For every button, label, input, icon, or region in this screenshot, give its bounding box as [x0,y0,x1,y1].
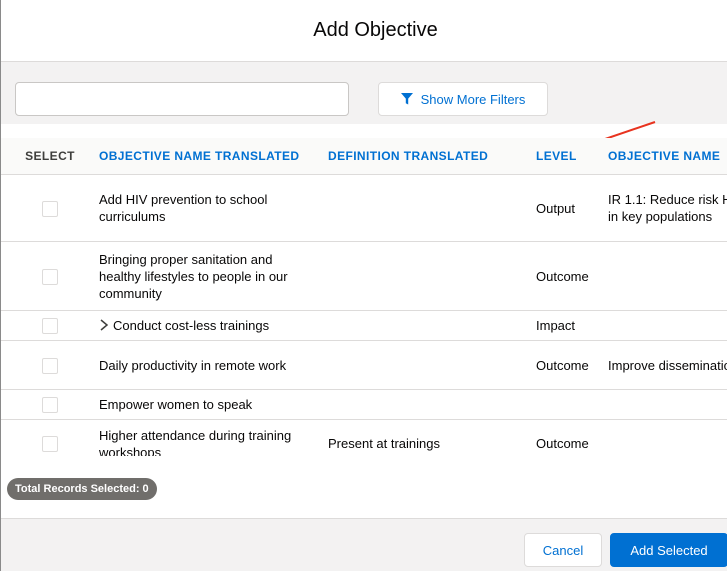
objective-name-cell: Conduct cost-less trainings [91,310,320,341]
add-selected-button[interactable]: Add Selected [610,533,727,567]
objective-name-cell: Daily productivity in remote work [91,340,320,390]
row-checkbox[interactable] [42,318,58,335]
level-cell: Output [528,174,600,242]
column-header-definition-translated[interactable]: DEFINITION TRANSLATED [320,138,528,175]
table-row: Empower women to speak [1,389,727,420]
objective-cell: IR 1.1: Reduce risk HIV in key populatio… [600,174,727,242]
show-more-filters-button[interactable]: Show More Filters [378,82,548,116]
table-row: Higher attendance during training worksh… [1,419,727,456]
row-select-cell [1,174,91,242]
column-header-objective-name-translated[interactable]: OBJECTIVE NAME TRANSLATED [91,138,320,175]
row-select-cell [1,310,91,341]
definition-cell [320,310,528,341]
objectives-table-container[interactable]: SELECT OBJECTIVE NAME TRANSLATED DEFINIT… [1,138,727,456]
objective-cell [600,419,727,456]
column-header-select: SELECT [1,138,91,175]
cancel-button[interactable]: Cancel [524,533,602,567]
filter-funnel-icon [400,93,413,105]
table-row: Daily productivity in remote work Outcom… [1,340,727,390]
row-select-cell [1,340,91,390]
objective-name-cell: Higher attendance during training worksh… [91,419,320,456]
filter-toolbar: Show More Filters [1,62,727,156]
level-cell: Outcome [528,340,600,390]
objective-cell [600,310,727,341]
definition-cell [320,340,528,390]
column-header-level[interactable]: LEVEL [528,138,600,175]
row-checkbox[interactable] [42,357,58,374]
definition-cell [320,389,528,420]
definition-cell [320,174,528,242]
show-more-filters-label: Show More Filters [420,91,526,107]
level-cell: Outcome [528,241,600,311]
row-select-cell [1,389,91,420]
objective-name-cell: Empower women to speak [91,389,320,420]
modal-header: Add Objective [1,0,727,62]
objective-name-cell: Add HIV prevention to school curriculums [91,174,320,242]
objective-cell [600,241,727,311]
objective-cell: Improve dissemination [600,340,727,390]
row-checkbox[interactable] [42,200,58,217]
level-cell: Impact [528,310,600,341]
row-select-cell [1,419,91,456]
search-input[interactable] [15,82,349,116]
row-checkbox[interactable] [42,436,58,453]
table-row: Bringing proper sanitation and healthy l… [1,241,727,311]
row-checkbox[interactable] [42,268,58,285]
row-checkbox[interactable] [42,397,58,414]
row-select-cell [1,241,91,311]
objectives-table: SELECT OBJECTIVE NAME TRANSLATED DEFINIT… [1,138,727,456]
objective-cell [600,389,727,420]
level-cell: Outcome [528,419,600,456]
table-row: Conduct cost-less trainings Impact [1,310,727,341]
chevron-right-icon[interactable] [99,318,109,331]
column-header-objective-name[interactable]: OBJECTIVE NAME [600,138,727,175]
objective-name-text: Conduct cost-less trainings [113,318,270,333]
definition-cell: Present at trainings [320,419,528,456]
modal-title: Add Objective [313,19,438,41]
modal-footer: Cancel Add Selected [1,518,727,571]
level-cell [528,389,600,420]
table-header-row: SELECT OBJECTIVE NAME TRANSLATED DEFINIT… [1,138,727,175]
objective-name-cell: Bringing proper sanitation and healthy l… [91,241,320,311]
table-row: Add HIV prevention to school curriculums… [1,174,727,242]
add-objective-modal: Add Objective Show More Filters SELECT O… [0,0,727,571]
total-records-selected-badge: Total Records Selected: 0 [7,478,157,500]
definition-cell [320,241,528,311]
